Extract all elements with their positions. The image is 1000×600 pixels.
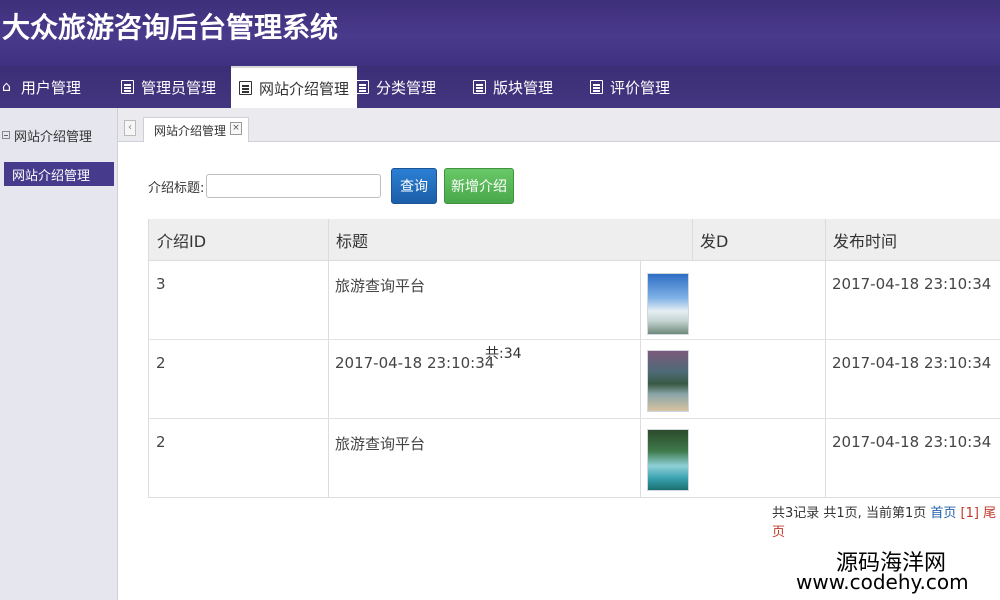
home-icon: ⌂ [2, 79, 11, 95]
query-button[interactable]: 查询 [391, 168, 437, 204]
first-page-link[interactable]: 首页 [930, 506, 956, 521]
beach-thumbnail [647, 273, 689, 335]
overlay-text: 共:34 [485, 346, 522, 362]
top-nav: ⌂ 用户管理 管理员管理 网站介绍管理 分类管理 版块管理 评价管理 [0, 66, 1000, 108]
nav-item-category-management[interactable]: 分类管理 [356, 66, 436, 108]
current-page-link[interactable]: [1] [961, 506, 979, 521]
nav-item-label: 网站介绍管理 [259, 79, 350, 98]
column-header-image: 发D [700, 232, 729, 251]
nav-item-review-management[interactable]: 评价管理 [590, 66, 670, 108]
sidebar-header[interactable]: 网站介绍管理 [0, 122, 118, 148]
cell-id: 2 [156, 433, 166, 451]
nav-item-user-management[interactable]: ⌂ 用户管理 [2, 66, 81, 108]
nav-item-label: 用户管理 [20, 78, 81, 97]
cell-title: 旅游查询平台 [335, 277, 426, 295]
intro-table: 介绍ID 标题 发D 发布时间 3 旅游查询平台 2017-04-18 23:1… [148, 219, 1000, 498]
nav-item-label: 评价管理 [610, 78, 671, 97]
pagination: 共3记录 共1页, 当前第1页 首页 [1] 尾页 [772, 502, 1000, 540]
column-divider [692, 219, 693, 261]
app-header: 大众旅游咨询后台管理系统 [0, 0, 1000, 66]
watermark-url: www.codehy.com [796, 570, 969, 594]
list-icon [590, 80, 603, 94]
table-header: 介绍ID 标题 发D 发布时间 [149, 219, 1000, 261]
search-input[interactable] [206, 174, 381, 198]
column-header-title: 标题 [336, 232, 369, 251]
cell-title: 2017-04-18 23:10:34 [335, 354, 495, 372]
nav-item-site-intro-management[interactable]: 网站介绍管理 [231, 66, 358, 108]
search-label: 介绍标题: [148, 181, 205, 196]
collapse-icon[interactable] [2, 131, 10, 139]
nav-item-label: 管理员管理 [141, 78, 217, 97]
pagination-summary: 共3记录 共1页, 当前第1页 [772, 506, 927, 521]
add-intro-button[interactable]: 新增介绍 [444, 168, 514, 204]
nav-item-section-management[interactable]: 版块管理 [473, 66, 553, 108]
tab-site-intro[interactable]: 网站介绍管理 × [143, 117, 249, 143]
cell-publish-time: 2017-04-18 23:10:34 [832, 433, 992, 451]
cell-publish-time: 2017-04-18 23:10:34 [832, 275, 992, 293]
cell-id: 3 [156, 275, 166, 293]
close-icon[interactable]: × [230, 122, 242, 135]
tab-strip [118, 108, 1000, 142]
waterfall-thumbnail [647, 429, 689, 491]
sidebar-item-site-intro[interactable]: 网站介绍管理 [4, 162, 114, 186]
tab-scroll-left-icon[interactable]: ‹ [124, 120, 136, 136]
table-row[interactable]: 2 旅游查询平台 2017-04-18 23:10:34 [149, 419, 1000, 498]
nav-item-admin-management[interactable]: 管理员管理 [121, 66, 216, 108]
list-icon [239, 81, 252, 95]
list-icon [473, 80, 486, 94]
nav-item-label: 版块管理 [493, 78, 554, 97]
sidebar-header-label: 网站介绍管理 [14, 129, 93, 145]
column-header-publish-time: 发布时间 [833, 232, 898, 251]
list-icon [356, 80, 369, 94]
tab-label: 网站介绍管理 [154, 124, 227, 138]
cell-title: 旅游查询平台 [335, 435, 426, 453]
column-header-id: 介绍ID [157, 232, 207, 251]
coast-thumbnail [647, 350, 689, 412]
nav-item-label: 分类管理 [376, 78, 437, 97]
cell-publish-time: 2017-04-18 23:10:34 [832, 354, 992, 372]
sidebar-item-label: 网站介绍管理 [12, 168, 91, 184]
table-row[interactable]: 2 2017-04-18 23:10:34 共:34 2017-04-18 23… [149, 340, 1000, 419]
list-icon [121, 80, 134, 94]
app-title: 大众旅游咨询后台管理系统 [2, 11, 339, 44]
table-row[interactable]: 3 旅游查询平台 2017-04-18 23:10:34 [149, 261, 1000, 340]
cell-id: 2 [156, 354, 166, 372]
